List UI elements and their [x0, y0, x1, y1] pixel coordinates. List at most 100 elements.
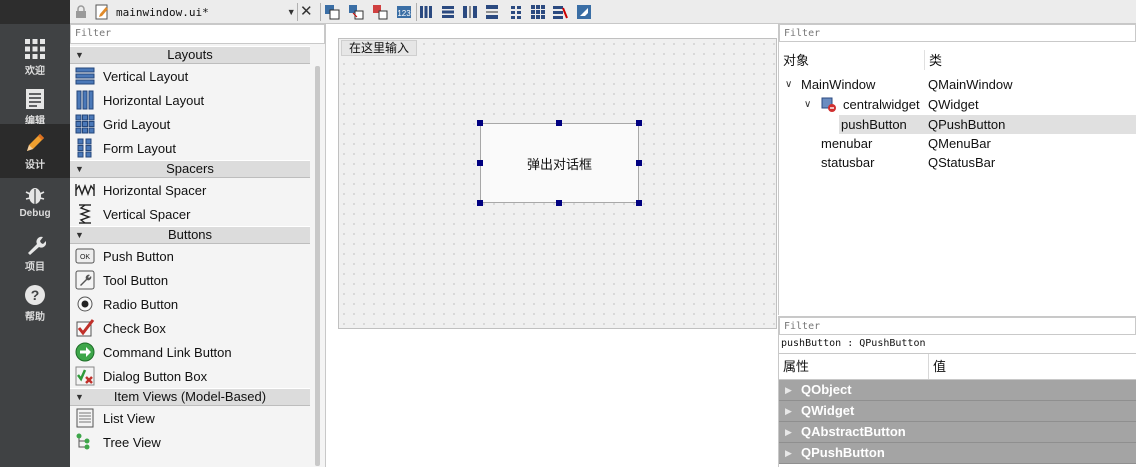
widget-command-link-button[interactable]: Command Link Button [70, 340, 310, 364]
category-label: Spacers [166, 161, 214, 176]
column-object[interactable]: 对象 [779, 50, 925, 70]
mode-label: 项目 [25, 262, 45, 273]
widget-radio-button[interactable]: Radio Button [70, 292, 310, 316]
layout-splitter-horizontal-icon[interactable] [462, 4, 478, 20]
widget-box-scrollbar[interactable] [315, 66, 320, 466]
layout-form-icon[interactable] [508, 4, 524, 20]
widget-list: ▼ Layouts Vertical Layout Horizontal Lay… [70, 46, 310, 454]
widget-dialog-button-box[interactable]: Dialog Button Box [70, 364, 310, 388]
adjust-size-icon[interactable] [576, 4, 592, 20]
object-class: QWidget [928, 97, 979, 112]
menu-type-here[interactable]: 在这里输入 [341, 40, 418, 56]
resize-handle[interactable] [477, 120, 483, 126]
resize-handle[interactable] [556, 120, 562, 126]
widget-grid-layout[interactable]: Grid Layout [70, 112, 310, 136]
widget-horizontal-layout[interactable]: Horizontal Layout [70, 88, 310, 112]
edit-buddies-icon[interactable] [372, 4, 388, 20]
tree-row-menubar[interactable]: menubar QMenuBar [779, 134, 1136, 153]
command-link-icon [75, 342, 95, 362]
group-label: QPushButton [801, 445, 885, 460]
svg-text:OK: OK [80, 254, 90, 261]
form-push-button[interactable]: 弹出对话框 [480, 123, 639, 203]
mode-welcome[interactable]: 欢迎 [0, 30, 70, 84]
resize-handle[interactable] [556, 200, 562, 206]
mode-bar-top [0, 0, 70, 24]
resize-handle[interactable] [636, 200, 642, 206]
object-inspector: Filter 对象 类 ∨ MainWindow QMainWindow ∨ c… [778, 24, 1136, 315]
column-value[interactable]: 值 [929, 354, 946, 379]
layout-horizontal-icon[interactable] [418, 4, 434, 20]
widget-vertical-layout[interactable]: Vertical Layout [70, 64, 310, 88]
lock-icon [76, 5, 86, 18]
document-selector[interactable]: mainwindow.ui* ▼ [74, 2, 296, 22]
mode-help[interactable]: ? 帮助 [0, 276, 70, 330]
object-filter-input[interactable]: Filter [779, 24, 1136, 42]
widget-label: Radio Button [103, 296, 179, 312]
resize-handle[interactable] [477, 160, 483, 166]
tree-row-pushbutton[interactable]: pushButton QPushButton [839, 115, 1136, 134]
edit-signals-icon[interactable] [348, 4, 364, 20]
dialog-button-box-icon [75, 366, 95, 386]
chevron-down-icon[interactable]: ∨ [785, 75, 792, 94]
grid-layout-icon [75, 114, 95, 134]
widget-filter-input[interactable]: Filter [70, 24, 325, 44]
layout-vertical-icon[interactable] [440, 4, 456, 20]
layout-splitter-vertical-icon[interactable] [484, 4, 500, 20]
horizontal-layout-icon [76, 90, 94, 110]
group-label: QObject [801, 382, 852, 397]
object-name: statusbar [821, 155, 875, 170]
vertical-spacer-icon [79, 204, 91, 224]
widget-list-view[interactable]: List View [70, 406, 310, 430]
category-item-views[interactable]: ▼ Item Views (Model-Based) [70, 388, 310, 406]
column-property[interactable]: 属性 [779, 354, 929, 379]
resize-handle[interactable] [636, 120, 642, 126]
category-spacers[interactable]: ▼ Spacers [70, 160, 310, 178]
tool-button-icon [75, 270, 95, 290]
property-group-qpushbutton[interactable]: ▶ QPushButton [779, 443, 1136, 464]
tree-row-centralwidget[interactable]: ∨ centralwidget QWidget [779, 95, 1136, 114]
chevron-down-icon[interactable]: ▼ [287, 7, 296, 17]
widget-label: Tree View [103, 434, 161, 450]
widget-label: Check Box [103, 320, 166, 336]
column-class[interactable]: 类 [925, 50, 942, 70]
property-group-qwidget[interactable]: ▶ QWidget [779, 401, 1136, 422]
filter-placeholder: Filter [784, 28, 821, 39]
layout-grid-icon[interactable] [530, 4, 546, 20]
widget-form-layout[interactable]: Form Layout [70, 136, 310, 160]
widget-push-button[interactable]: OK Push Button [70, 244, 310, 268]
mode-projects[interactable]: 项目 [0, 226, 70, 280]
close-document-icon[interactable]: ✕ [300, 3, 313, 20]
widget-tool-button[interactable]: Tool Button [70, 268, 310, 292]
chevron-down-icon[interactable]: ∨ [804, 95, 811, 114]
tree-row-mainwindow[interactable]: ∨ MainWindow QMainWindow [779, 75, 1136, 94]
chevron-down-icon: ▼ [75, 50, 84, 60]
property-group-qobject[interactable]: ▶ QObject [779, 380, 1136, 401]
widget-tree-view[interactable]: Tree View [70, 430, 310, 454]
edit-widgets-icon[interactable] [324, 4, 340, 20]
property-editor-title: pushButton : QPushButton [779, 335, 1136, 354]
mode-design[interactable]: 设计 [0, 124, 70, 178]
category-layouts[interactable]: ▼ Layouts [70, 46, 310, 64]
main-window-form[interactable]: 在这里输入 弹出对话框 [338, 38, 777, 329]
break-layout-icon[interactable] [552, 4, 568, 20]
resize-handle[interactable] [636, 160, 642, 166]
object-class: QStatusBar [928, 155, 996, 170]
edit-tab-order-icon[interactable]: 123 [396, 4, 412, 20]
property-editor: Filter pushButton : QPushButton 属性 值 ▶ Q… [778, 316, 1136, 467]
property-group-qabstractbutton[interactable]: ▶ QAbstractButton [779, 422, 1136, 443]
widget-vertical-spacer[interactable]: Vertical Spacer [70, 202, 310, 226]
tree-row-statusbar[interactable]: statusbar QStatusBar [779, 153, 1136, 172]
mode-label: 帮助 [25, 312, 45, 323]
chevron-right-icon: ▶ [785, 385, 792, 395]
category-buttons[interactable]: ▼ Buttons [70, 226, 310, 244]
mode-debug[interactable]: Debug [0, 176, 70, 230]
vertical-layout-icon [75, 67, 95, 85]
document-name: mainwindow.ui* [116, 5, 209, 19]
category-label: Buttons [167, 227, 213, 242]
resize-handle[interactable] [477, 200, 483, 206]
wrench-icon [28, 236, 46, 255]
widget-horizontal-spacer[interactable]: Horizontal Spacer [70, 178, 310, 202]
widget-check-box[interactable]: Check Box [70, 316, 310, 340]
property-filter-input[interactable]: Filter [779, 317, 1136, 335]
mode-label: 设计 [25, 160, 45, 171]
